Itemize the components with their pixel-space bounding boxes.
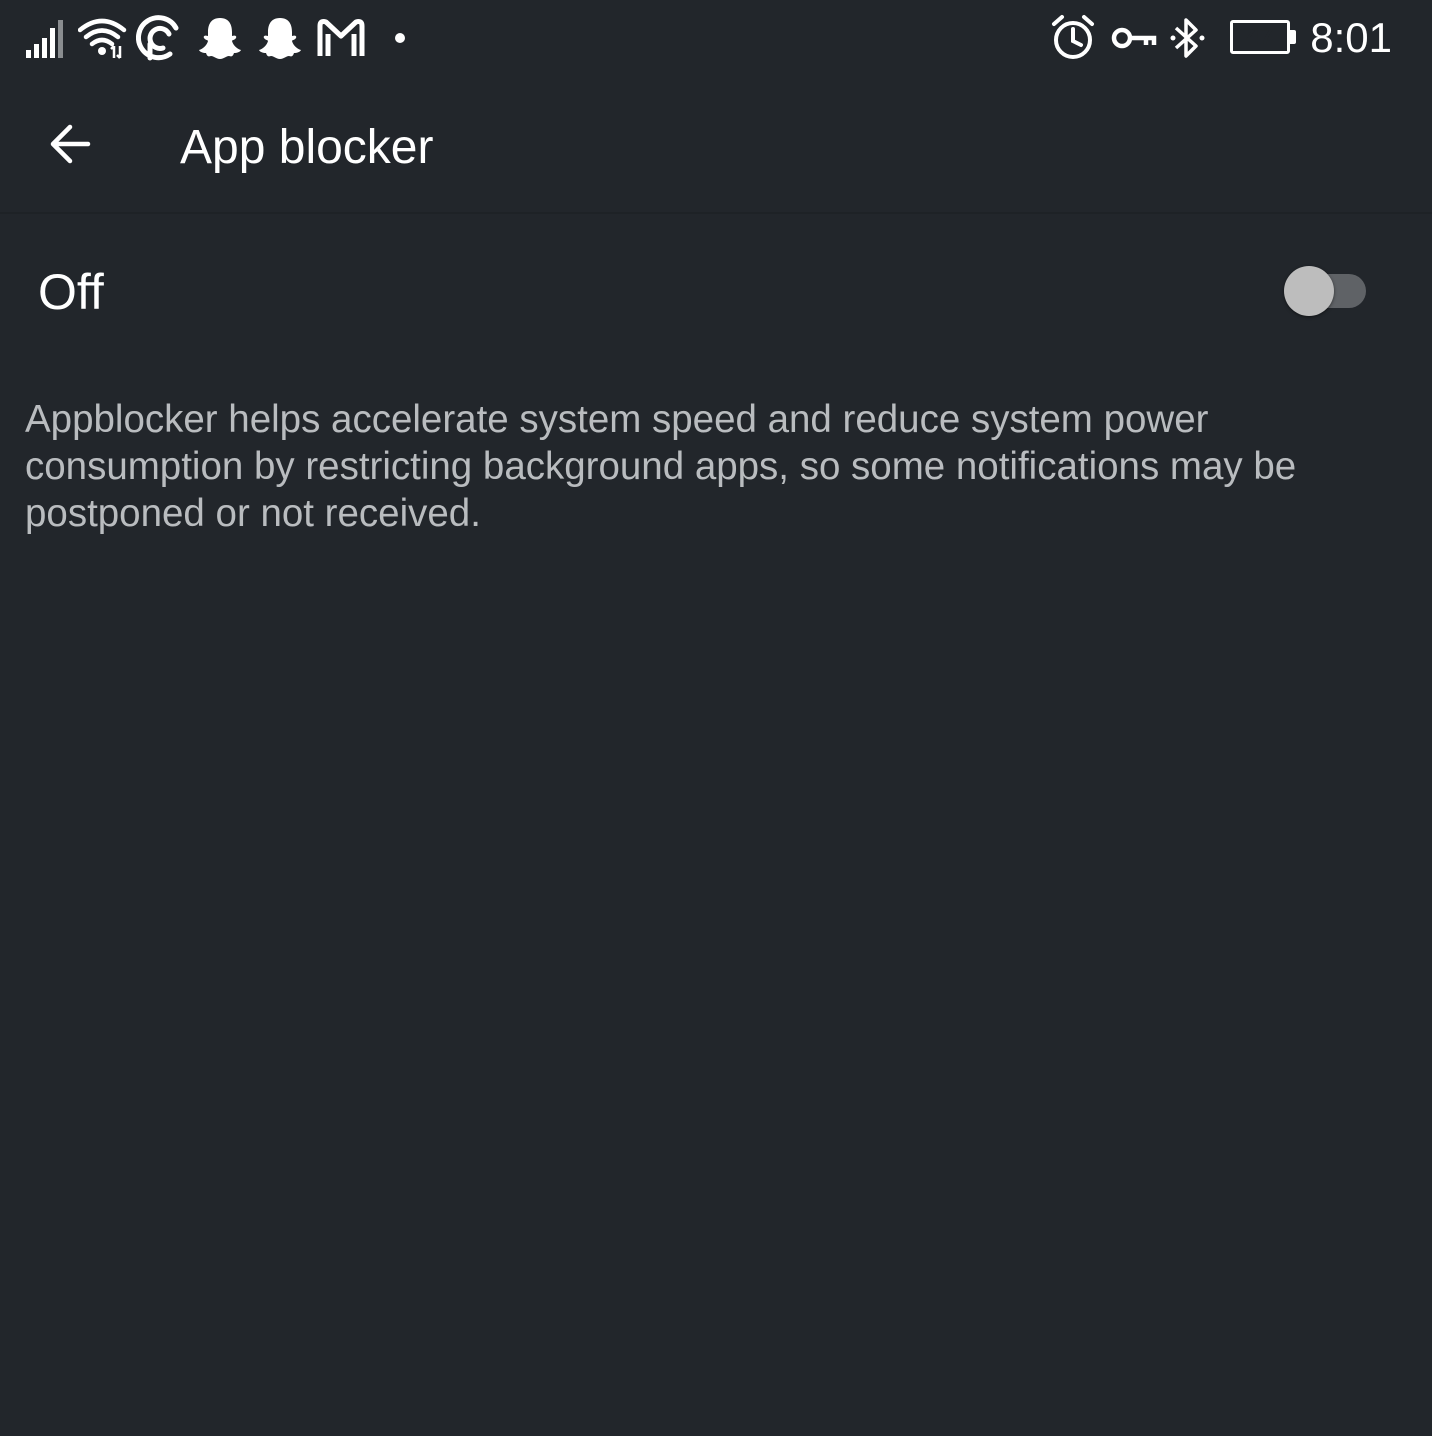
bluetooth-icon [1168, 14, 1208, 62]
toggle-state-label: Off [38, 264, 104, 320]
app-blocker-switch[interactable] [1284, 266, 1368, 316]
gmail-icon [316, 14, 366, 62]
switch-thumb [1284, 266, 1334, 316]
snapchat-icon [196, 14, 244, 62]
battery-tip [1290, 30, 1296, 44]
app-bar: App blocker [0, 80, 1432, 214]
signal-icon [24, 14, 64, 62]
back-arrow-icon [48, 122, 92, 171]
sync-icon [136, 14, 186, 62]
dot-icon [392, 14, 408, 62]
description-text: Appblocker helps accelerate system speed… [25, 398, 1297, 535]
snapchat-icon [256, 14, 304, 62]
app-blocker-toggle-row[interactable]: Off [0, 216, 1432, 366]
page-title: App blocker [180, 121, 434, 174]
status-bar: 47 8:01 [0, 0, 1432, 80]
battery-level: 47 [1246, 23, 1274, 50]
vpn-key-icon [1110, 14, 1158, 62]
back-button[interactable] [30, 106, 110, 186]
wifi-icon [78, 14, 128, 62]
battery-icon: 47 [1230, 20, 1296, 56]
app-blocker-screen: 47 8:01 App blocker Off Appblocker helps… [0, 0, 1432, 1436]
status-clock: 8:01 [1310, 14, 1392, 61]
alarm-icon [1050, 14, 1096, 62]
